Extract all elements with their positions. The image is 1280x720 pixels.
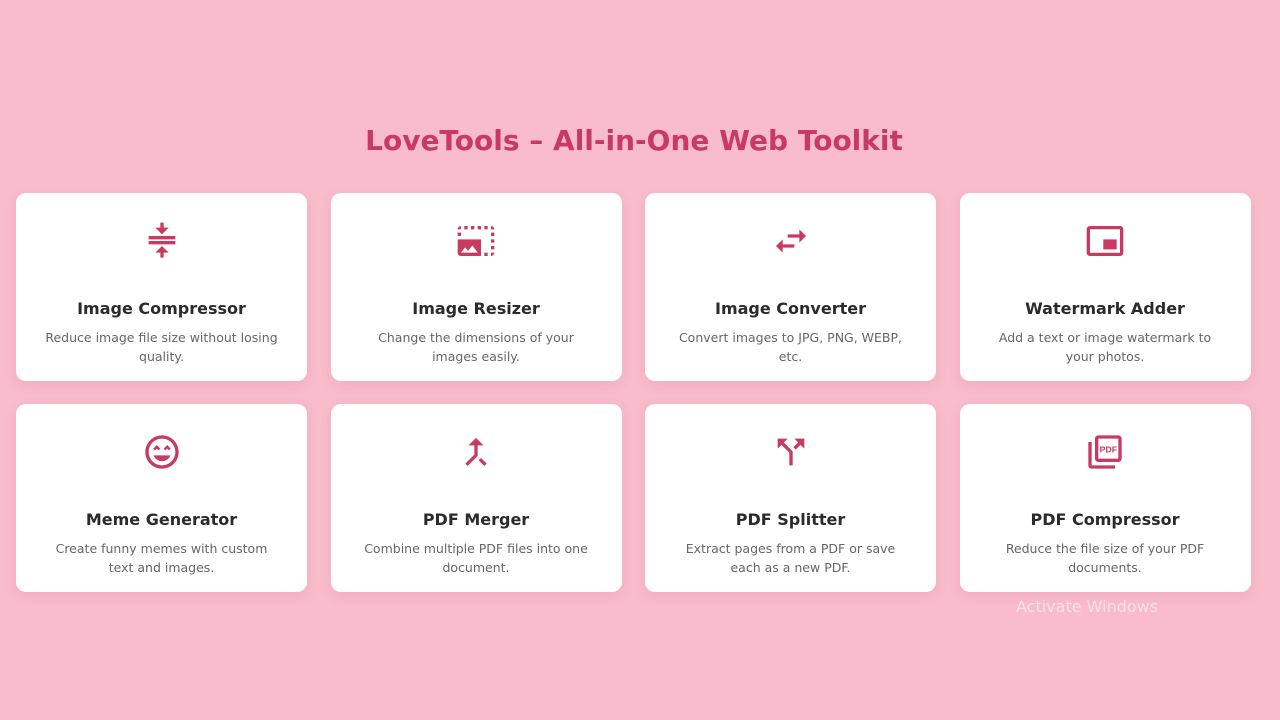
os-activation-watermark: Activate Windows [1016,597,1159,616]
tool-card-image-resizer[interactable]: Image Resizer Change the dimensions of y… [330,193,622,381]
page-title: LoveTools – All-in-One Web Toolkit [365,124,903,157]
tool-card-description: Combine multiple PDF files into one docu… [364,541,588,575]
split-icon [771,430,811,474]
tool-card-title: Image Compressor [77,299,246,318]
swap-arrows-icon [771,219,811,263]
photo-size-select-icon [456,219,496,263]
tool-card-image-converter[interactable]: Image Converter Convert images to JPG, P… [645,193,936,381]
tool-card-title: PDF Compressor [1030,510,1180,529]
svg-text:PDF: PDF [1100,445,1117,455]
tool-card-meme-generator[interactable]: Meme Generator Create funny memes with c… [16,404,307,592]
tools-grid: Image Compressor Reduce image file size … [16,193,1251,592]
tool-card-title: PDF Merger [422,510,530,529]
page: LoveTools – All-in-One Web Toolkit Image… [0,0,1280,720]
merge-icon [456,430,496,474]
tool-card-pdf-compressor[interactable]: PDF PDF Compressor Reduce the file size … [959,404,1251,592]
smiley-face-icon [142,430,182,474]
tool-card-description: Reduce the file size of your PDF documen… [1005,541,1205,575]
tool-card-description: Create funny memes with custom text and … [55,541,268,575]
tool-card-image-compressor[interactable]: Image Compressor Reduce image file size … [16,193,307,381]
tool-card-title: Watermark Adder [1025,299,1185,318]
tool-card-watermark-adder[interactable]: Watermark Adder Add a text or image wate… [959,193,1251,381]
tool-card-description: Add a text or image watermark to your ph… [998,330,1212,364]
pdf-icon: PDF [1085,430,1125,474]
compress-icon [142,219,182,263]
tool-card-pdf-splitter[interactable]: PDF Splitter Extract pages from a PDF or… [645,404,936,592]
tool-card-title: Image Converter [715,299,866,318]
tool-card-description: Change the dimensions of your images eas… [378,330,574,364]
tool-card-description: Reduce image file size without losing qu… [45,330,278,364]
tool-card-pdf-merger[interactable]: PDF Merger Combine multiple PDF files in… [330,404,622,592]
picture-in-picture-icon [1085,219,1125,263]
tool-card-description: Convert images to JPG, PNG, WEBP, etc. [678,330,903,364]
tool-card-title: Meme Generator [85,510,238,529]
tool-card-description: Extract pages from a PDF or save each as… [685,541,896,575]
tool-card-title: PDF Splitter [735,510,846,529]
tool-card-title: Image Resizer [412,299,540,318]
